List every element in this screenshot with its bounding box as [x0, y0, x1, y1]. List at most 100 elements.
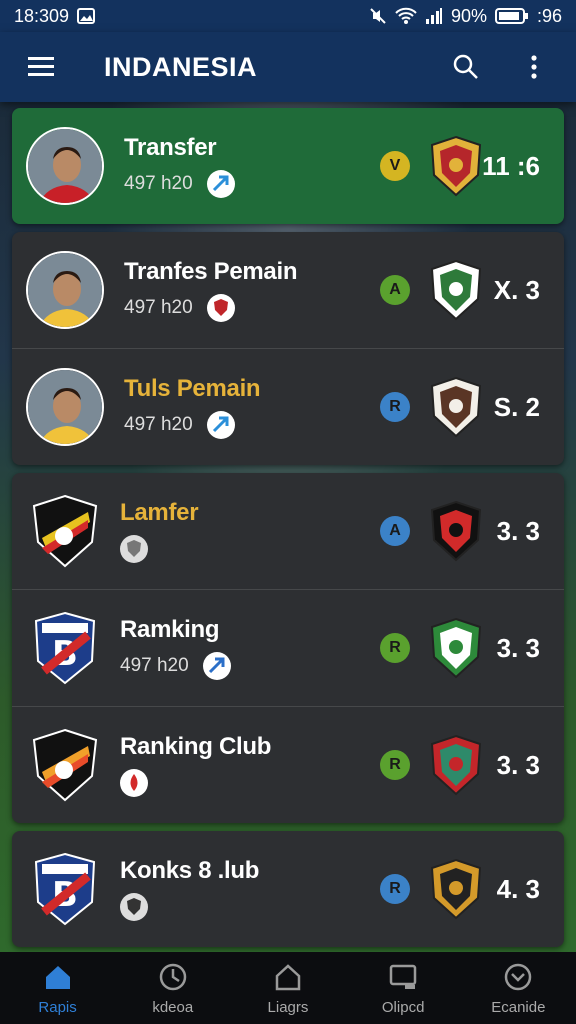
sub-badge [206, 294, 235, 322]
drop-icon [130, 774, 138, 791]
score: 11 :6 [482, 151, 540, 181]
player-photo [28, 253, 102, 327]
list-item[interactable]: Transfer 497 h20 V 11 :6 [12, 108, 564, 224]
wifi-icon [395, 7, 417, 24]
screen-icon [389, 964, 417, 989]
player-avatar [26, 368, 104, 446]
team-crest-icon: B [34, 852, 96, 926]
letter-badge: R [380, 392, 410, 422]
more-vertical-icon [531, 55, 537, 79]
clock-icon [159, 963, 187, 990]
letter-badge-text: V [389, 157, 401, 174]
letter-badge: V [380, 151, 410, 181]
list-group-card: Transfer 497 h20 V 11 :6 [12, 108, 564, 224]
score: 4. 3 [496, 874, 540, 904]
app-bar: INDANESIA [0, 32, 576, 102]
letter-badge: A [380, 516, 410, 546]
signal-icon [425, 8, 442, 24]
more-button[interactable] [514, 47, 554, 87]
send-icon [212, 416, 229, 433]
home-icon [45, 965, 70, 989]
nav-item[interactable]: Liagrs [233, 961, 343, 1016]
player-avatar [26, 251, 104, 329]
status-time: 18:309 [14, 5, 70, 26]
house-outline-icon [275, 963, 301, 990]
nav-item[interactable]: Olipcd [348, 961, 458, 1016]
nav-item-label: Rapis [38, 998, 77, 1016]
nav-item-label: kdeoa [152, 998, 194, 1016]
list-item[interactable]: Tuls Pemain 497 h20 R S. 2 [12, 348, 564, 465]
battery-percent: 90% [450, 5, 487, 26]
send-icon [212, 175, 229, 192]
letter-badge: R [380, 633, 410, 663]
letter-badge: R [380, 750, 410, 780]
shield-icon [213, 299, 228, 316]
sub-badge [206, 170, 235, 198]
score: S. 2 [493, 392, 540, 422]
player-photo [28, 129, 102, 203]
nav-item[interactable]: Rapis [3, 961, 113, 1016]
club-crest-icon [430, 617, 482, 679]
score: 3. 3 [496, 633, 540, 663]
club-crest [430, 500, 482, 562]
list-item[interactable]: Tranfes Pemain 497 h20 A X. 3 [12, 232, 564, 348]
item-subtitle-text: 497 h20 [120, 655, 189, 676]
club-crest-icon [430, 376, 482, 438]
club-crest [430, 617, 482, 679]
letter-badge-text: R [389, 880, 401, 897]
player-photo [28, 370, 102, 444]
club-crest-icon [430, 734, 482, 796]
club-crest-icon [430, 259, 482, 321]
nav-item[interactable]: kdeoa [118, 961, 228, 1016]
list-group-card: B Konks 8 .lubR 4. 3 [12, 831, 564, 947]
shield-icon [127, 540, 141, 557]
list-group-card: LamferA 3. 3 B Ramking497 h20R 3. 3 Rank… [12, 473, 564, 823]
club-crest-icon [430, 500, 482, 562]
hamburger-icon [28, 57, 54, 76]
team-crest-icon [32, 494, 98, 568]
team-crest-icon [32, 728, 98, 802]
send-icon [208, 657, 225, 674]
item-subtitle-text: 497 h20 [124, 173, 193, 194]
nav-item-label: Liagrs [267, 998, 309, 1016]
team-logo [30, 492, 100, 570]
club-crest [430, 376, 482, 438]
letter-badge: A [380, 275, 410, 305]
sub-badge [120, 769, 148, 797]
sub-badge [202, 652, 231, 680]
sub-badge [206, 411, 235, 439]
sub-badge [120, 893, 148, 921]
image-icon [77, 8, 96, 24]
club-crest [430, 858, 482, 920]
item-subtitle-text: 497 h20 [124, 414, 193, 435]
search-icon [453, 54, 478, 79]
letter-badge-text: R [389, 756, 401, 773]
letter-badge-text: R [389, 639, 401, 656]
search-button[interactable] [446, 47, 486, 87]
list-item[interactable]: B Ramking497 h20R 3. 3 [12, 589, 564, 706]
list-group-card: Tranfes Pemain 497 h20 A X. 3 Tuls Pemain 4… [12, 232, 564, 465]
page-title: INDANESIA [104, 51, 258, 82]
letter-badge-text: A [389, 522, 401, 539]
letter-badge-text: R [389, 398, 401, 415]
battery-icon [494, 8, 528, 24]
sub-badge [120, 535, 148, 563]
mute-icon [370, 8, 386, 24]
letter-badge-text: A [389, 281, 401, 298]
status-bar: 18:309 90% :96 [0, 0, 576, 32]
team-logo: B [30, 609, 100, 687]
team-logo [30, 726, 100, 804]
list-item[interactable]: B Konks 8 .lubR 4. 3 [12, 831, 564, 947]
item-subtitle-text: 497 h20 [124, 297, 193, 318]
menu-button[interactable] [22, 47, 62, 87]
status-extra: :96 [536, 5, 562, 26]
club-crest [430, 135, 482, 197]
list-item[interactable]: Lamfer A 3. 3 [12, 473, 564, 589]
list-item[interactable]: Ranking Club R 3. 3 [12, 706, 564, 823]
player-avatar [26, 127, 104, 205]
chevron-circle-icon [505, 963, 532, 990]
nav-item-label: Olipcd [381, 998, 425, 1016]
score: X. 3 [493, 275, 540, 305]
nav-item[interactable]: Ecanide [463, 961, 573, 1016]
score: 3. 3 [496, 516, 540, 546]
